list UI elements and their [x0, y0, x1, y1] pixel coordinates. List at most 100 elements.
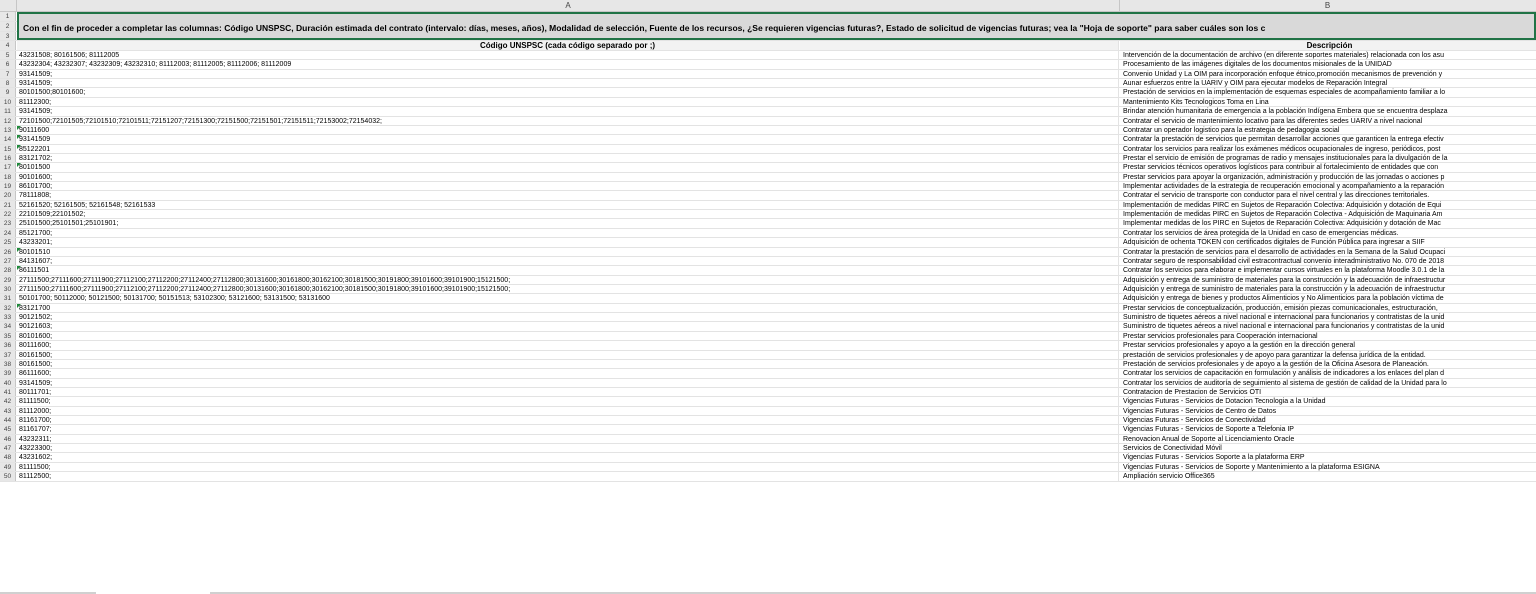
row-number[interactable]: 15 [0, 144, 16, 153]
cell-unspsc-code[interactable]: 85122201 [17, 144, 1119, 153]
cell-unspsc-code[interactable]: 27111500;27111600;27111900;27112100;2711… [17, 284, 1119, 294]
cell-descripcion[interactable]: Prestar servicios técnicos operativos lo… [1120, 163, 1536, 171]
row-number[interactable]: 16 [0, 153, 16, 163]
select-all-corner[interactable] [0, 0, 17, 11]
cell-descripcion[interactable]: Mantenimiento Kits Tecnologicos Toma en … [1120, 98, 1536, 106]
cell-descripcion[interactable]: Prestar servicios profesionales y apoyo … [1120, 341, 1536, 349]
cell-unspsc-code[interactable]: 80101510 [17, 247, 1119, 256]
row-number[interactable]: 45 [0, 425, 16, 434]
row-number[interactable]: 46 [0, 434, 16, 444]
row-number[interactable]: 12 [0, 116, 16, 125]
cell-descripcion[interactable]: Intervención de la documentación de arch… [1120, 51, 1536, 59]
cell-unspsc-code[interactable]: 83121702; [17, 153, 1119, 163]
cell-descripcion[interactable]: Adquisición de ochenta TOKEN con certifi… [1120, 238, 1536, 246]
cell-unspsc-code[interactable]: 43232311; [17, 434, 1119, 444]
cell-unspsc-code[interactable]: 86101700; [17, 182, 1119, 191]
cell-descripcion[interactable]: Adquisición y entrega de bienes y produc… [1120, 294, 1536, 302]
row-number[interactable]: 24 [0, 228, 16, 238]
row-number[interactable]: 9 [0, 88, 16, 97]
cell-unspsc-code[interactable]: 84131607; [17, 256, 1119, 266]
row-number[interactable]: 40 [0, 378, 16, 387]
row-number[interactable]: 47 [0, 444, 16, 453]
row-number[interactable]: 42 [0, 397, 16, 406]
cell-descripcion[interactable]: Adquisición y entrega de suministro de m… [1120, 285, 1536, 293]
cell-descripcion[interactable]: Prestación de servicios profesionales y … [1120, 360, 1536, 368]
cell-descripcion[interactable]: Renovacion Anual de Soporte al Licenciam… [1120, 435, 1536, 443]
cell-descripcion[interactable]: Brindar atención humanitaria de emergenc… [1120, 107, 1536, 115]
row-number[interactable]: 44 [0, 416, 16, 425]
cell-descripcion[interactable]: Vigencias Futuras - Servicios de Conecti… [1120, 416, 1536, 424]
cell-unspsc-code[interactable]: 86111600; [17, 369, 1119, 378]
column-header-b[interactable]: B [1120, 0, 1535, 11]
cell-unspsc-code[interactable]: 85121700; [17, 228, 1119, 238]
cell-descripcion[interactable]: Prestar servicios de conceptualización, … [1120, 304, 1536, 312]
cell-descripcion[interactable]: Vigencias Futuras - Servicios de Centro … [1120, 407, 1536, 415]
instruction-banner-cell[interactable]: Con el fin de proceder a completar las c… [17, 12, 1536, 40]
cell-descripcion[interactable]: Contratar seguro de responsabilidad civi… [1120, 257, 1536, 265]
cell-unspsc-code[interactable]: 83121700 [17, 303, 1119, 313]
cell-unspsc-code[interactable]: 90121603; [17, 322, 1119, 331]
cell-unspsc-code[interactable]: 80111600; [17, 341, 1119, 350]
cell-descripcion[interactable]: Vigencias Futuras - Servicios de Soporte… [1120, 463, 1536, 471]
row-number[interactable]: 35 [0, 331, 16, 341]
cell-descripcion[interactable]: Implementar actividades de la estrategia… [1120, 182, 1536, 190]
row-number[interactable]: 1 [0, 12, 16, 21]
row-number[interactable]: 4 [0, 41, 16, 50]
cell-descripcion[interactable]: Convenio Unidad y La OIM para incorporac… [1120, 70, 1536, 78]
row-number[interactable]: 43 [0, 406, 16, 416]
cell-descripcion[interactable]: Implementación de medidas PIRC en Sujeto… [1120, 210, 1536, 218]
cell-unspsc-code[interactable]: 86111501 [17, 266, 1119, 275]
row-number[interactable]: 10 [0, 97, 16, 107]
cell-descripcion[interactable]: Prestar servicios para apoyar la organiz… [1120, 173, 1536, 181]
cell-unspsc-code[interactable]: 43231508; 80161506; 81112005 [17, 51, 1119, 60]
cell-descripcion[interactable]: Contratar los servicios para elaborar e … [1120, 266, 1536, 274]
cell-descripcion[interactable]: Prestación de servicios en la implementa… [1120, 88, 1536, 96]
row-number[interactable]: 18 [0, 172, 16, 182]
cell-descripcion[interactable]: Adquisición y entrega de suministro de m… [1120, 276, 1536, 284]
cell-descripcion[interactable]: Contratar los servicios para realizar lo… [1120, 145, 1536, 153]
row-number[interactable]: 3 [0, 32, 16, 40]
row-number[interactable]: 5 [0, 51, 16, 60]
cell-unspsc-code[interactable]: 93141509 [17, 135, 1119, 144]
row-number[interactable]: 27 [0, 256, 16, 266]
row-number[interactable]: 20 [0, 191, 16, 200]
cell-descripcion[interactable]: prestación de servicios profesionales y … [1120, 351, 1536, 359]
row-number[interactable]: 22 [0, 210, 16, 219]
row-number[interactable]: 48 [0, 453, 16, 462]
cell-unspsc-code[interactable]: 80101600; [17, 331, 1119, 341]
header-cell-unspsc[interactable]: Código UNSPSC (cada código separado por … [17, 41, 1119, 50]
cell-unspsc-code[interactable]: 43232304; 43232307; 43232309; 43232310; … [17, 60, 1119, 69]
row-number[interactable]: 17 [0, 163, 16, 172]
cell-descripcion[interactable]: Prestar el servicio de emisión de progra… [1120, 154, 1536, 162]
cell-descripcion[interactable]: Contratar la prestación de servicios que… [1120, 135, 1536, 143]
cell-unspsc-code[interactable]: 80161500; [17, 359, 1119, 369]
cell-unspsc-code[interactable]: 90121502; [17, 313, 1119, 322]
cell-unspsc-code[interactable]: 80101500;80101600; [17, 88, 1119, 97]
cell-descripcion[interactable]: Implementar medidas de los PIRC en Sujet… [1120, 219, 1536, 227]
row-number[interactable]: 34 [0, 322, 16, 331]
row-number[interactable]: 23 [0, 219, 16, 228]
cell-unspsc-code[interactable]: 78111808; [17, 191, 1119, 200]
row-number[interactable]: 6 [0, 60, 16, 69]
cell-descripcion[interactable]: Contratar los servicios de auditoría de … [1120, 379, 1536, 387]
row-number[interactable]: 31 [0, 294, 16, 303]
cell-unspsc-code[interactable]: 43233201; [17, 238, 1119, 247]
row-number[interactable]: 25 [0, 238, 16, 247]
cell-unspsc-code[interactable]: 22101509;22101502; [17, 210, 1119, 219]
cell-descripcion[interactable]: Procesamiento de las imágenes digitales … [1120, 60, 1536, 68]
cell-unspsc-code[interactable]: 81111500; [17, 397, 1119, 406]
row-number[interactable]: 33 [0, 313, 16, 322]
cell-descripcion[interactable]: Ampliación servicio Office365 [1120, 472, 1536, 480]
cell-unspsc-code[interactable]: 27111500;27111600;27111900;27112100;2711… [17, 275, 1119, 284]
header-cell-descripcion[interactable]: Descripción [1120, 41, 1536, 50]
cell-descripcion[interactable]: Contratacion de Prestacion de Servicios … [1120, 388, 1536, 396]
cell-descripcion[interactable]: Vigencias Futuras - Servicios de Dotacio… [1120, 397, 1536, 405]
row-number[interactable]: 26 [0, 247, 16, 256]
cell-descripcion[interactable]: Contratar los servicios de capacitación … [1120, 369, 1536, 377]
cell-unspsc-code[interactable]: 52161520; 52161505; 52161548; 52161533 [17, 200, 1119, 210]
cell-unspsc-code[interactable]: 81161700; [17, 416, 1119, 425]
cell-unspsc-code[interactable]: 81112300; [17, 97, 1119, 107]
column-header-a[interactable]: A [17, 0, 1120, 11]
row-number[interactable]: 14 [0, 135, 16, 144]
cell-descripcion[interactable]: Implementación de medidas PIRC en Sujeto… [1120, 201, 1536, 209]
